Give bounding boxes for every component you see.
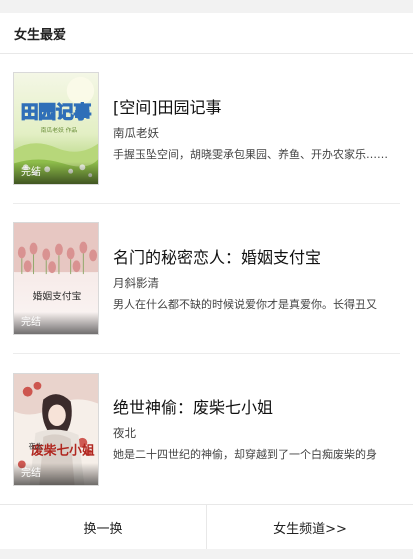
status-badge: 完结 (14, 312, 98, 334)
book-item[interactable]: 田园记事 南瓜老妖 作品 完结 [空间]田园记事 南瓜老妖 手握玉坠空间，胡晓雯… (13, 54, 400, 204)
book-cover[interactable]: 婚姻支付宝 完结 (13, 222, 99, 335)
svg-text:婚姻支付宝: 婚姻支付宝 (33, 290, 82, 303)
top-spacer (0, 0, 413, 13)
status-badge: 完结 (14, 462, 98, 485)
book-item[interactable]: 婚姻支付宝 完结 名门的秘密恋人：婚姻支付宝 月斜影清 男人在什么都不缺的时候说… (13, 204, 400, 354)
book-description: 男人在什么都不缺的时候说爱你才是真爱你。长得丑又 (113, 297, 377, 311)
book-item[interactable]: 废柴七小姐 夜北 完结 绝世神偷：废柴七小姐 夜北 她是二十四世纪的神偷，却穿越… (13, 354, 400, 504)
refresh-button[interactable]: 换一换 (0, 505, 206, 549)
girls-channel-link[interactable]: 女生频道>> (206, 505, 413, 549)
svg-text:田园记事: 田园记事 (21, 101, 92, 122)
section-header: 女生最爱 (0, 13, 413, 54)
book-cover[interactable]: 田园记事 南瓜老妖 作品 完结 (13, 72, 99, 185)
status-badge: 完结 (14, 162, 98, 184)
book-title[interactable]: 名门的秘密恋人：婚姻支付宝 (113, 247, 400, 269)
girls-favorite-panel: 女生最爱 田园记事 南瓜老妖 作品 完结 [空间]田园记事 南瓜老妖 手握玉坠空… (0, 13, 413, 549)
panel-footer: 换一换 女生频道>> (0, 504, 413, 549)
book-info: [空间]田园记事 南瓜老妖 手握玉坠空间，胡晓雯承包果园、养鱼、开办农家乐…… (113, 95, 400, 163)
book-list: 田园记事 南瓜老妖 作品 完结 [空间]田园记事 南瓜老妖 手握玉坠空间，胡晓雯… (0, 54, 413, 504)
book-info: 绝世神偷：废柴七小姐 夜北 她是二十四世纪的神偷，却穿越到了一个白痴废柴的身 (113, 395, 400, 463)
book-author: 月斜影清 (113, 275, 159, 290)
book-cover[interactable]: 废柴七小姐 夜北 完结 (13, 372, 99, 486)
book-author: 南瓜老妖 (113, 125, 159, 140)
book-title[interactable]: 绝世神偷：废柴七小姐 (113, 397, 400, 419)
svg-text:夜北: 夜北 (29, 441, 43, 450)
book-title[interactable]: [空间]田园记事 (113, 97, 400, 119)
book-description: 手握玉坠空间，胡晓雯承包果园、养鱼、开办农家乐…… (113, 147, 388, 161)
book-info: 名门的秘密恋人：婚姻支付宝 月斜影清 男人在什么都不缺的时候说爱你才是真爱你。长… (113, 245, 400, 313)
bottom-spacer (0, 549, 413, 559)
svg-text:南瓜老妖 作品: 南瓜老妖 作品 (41, 126, 78, 134)
book-author: 夜北 (113, 426, 136, 440)
section-title: 女生最爱 (14, 27, 67, 43)
book-description: 她是二十四世纪的神偷，却穿越到了一个白痴废柴的身 (113, 448, 377, 461)
